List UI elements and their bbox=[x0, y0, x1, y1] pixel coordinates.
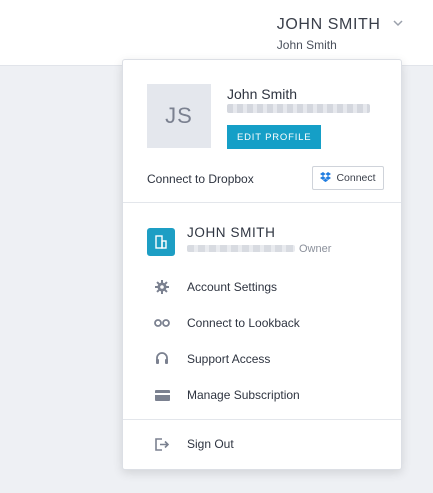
organization-name: JOHN SMITH bbox=[187, 225, 276, 240]
organization-role: Owner bbox=[299, 243, 332, 255]
dropbox-label: Connect to Dropbox bbox=[147, 172, 254, 186]
redacted-email bbox=[227, 104, 370, 113]
chevron-down-icon bbox=[393, 14, 403, 32]
menu-item-manage-subscription[interactable]: Manage Subscription bbox=[123, 377, 401, 413]
menu-item-label: Manage Subscription bbox=[187, 388, 300, 402]
connect-label: Connect bbox=[336, 172, 376, 184]
link-icon bbox=[154, 315, 170, 331]
menu-item-support-access[interactable]: Support Access bbox=[123, 341, 401, 377]
connect-dropbox-button[interactable]: Connect bbox=[312, 166, 384, 190]
redacted-organization bbox=[187, 245, 295, 252]
menu-item-connect-lookback[interactable]: Connect to Lookback bbox=[123, 305, 401, 341]
building-icon bbox=[147, 228, 175, 256]
sign-out-icon bbox=[154, 436, 170, 452]
menu-item-label: Connect to Lookback bbox=[187, 316, 300, 330]
gear-icon bbox=[154, 279, 170, 295]
account-menu-trigger[interactable]: JOHN SMITH John Smith bbox=[277, 14, 403, 52]
menu-item-label: Account Settings bbox=[187, 280, 278, 294]
edit-profile-button[interactable]: EDIT PROFILE bbox=[227, 125, 322, 149]
menu-item-account-settings[interactable]: Account Settings bbox=[123, 269, 401, 305]
headset-icon bbox=[154, 351, 170, 367]
profile-name: John Smith bbox=[227, 86, 298, 102]
divider bbox=[123, 202, 401, 203]
account-name-upper: JOHN SMITH bbox=[276, 16, 381, 33]
account-name: John Smith bbox=[276, 38, 337, 52]
top-bar: JOHN SMITH John Smith bbox=[0, 0, 433, 66]
divider bbox=[123, 419, 401, 420]
sign-out-label: Sign Out bbox=[187, 437, 234, 451]
avatar: JS bbox=[147, 84, 211, 148]
account-dropdown: JS John Smith EDIT PROFILE Connect to Dr… bbox=[122, 59, 402, 470]
credit-card-icon bbox=[154, 387, 170, 403]
menu-item-sign-out[interactable]: Sign Out bbox=[123, 426, 401, 462]
menu-item-label: Support Access bbox=[187, 352, 271, 366]
dropbox-icon bbox=[320, 171, 332, 185]
